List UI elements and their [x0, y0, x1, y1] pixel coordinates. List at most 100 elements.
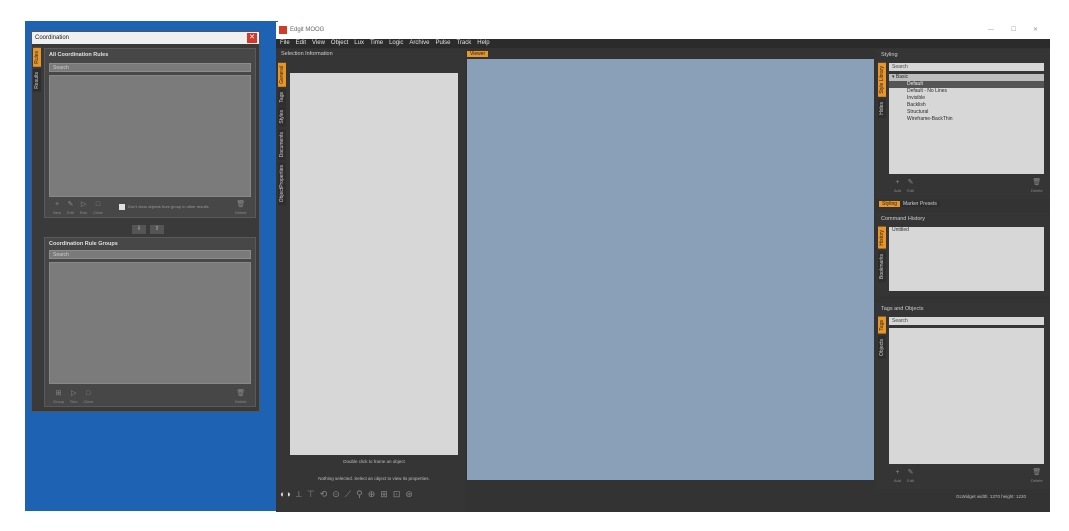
group-icon: ⊞ — [55, 390, 62, 397]
edit-style-button[interactable]: ✎ Edit — [907, 179, 914, 195]
delete-tag-label: Delete — [1031, 478, 1043, 483]
tab-objects[interactable]: Objects — [878, 335, 886, 359]
ghost-icon[interactable]: ◐◑ — [280, 489, 291, 500]
menu-track[interactable]: Track — [456, 39, 471, 48]
menu-archive[interactable]: Archive — [409, 39, 429, 48]
run-rule-button[interactable]: ▷ Run — [80, 201, 87, 217]
selection-properties-area[interactable] — [290, 73, 458, 455]
target-icon[interactable]: ⊙ — [332, 489, 340, 500]
move-down-button[interactable]: ⇩ — [132, 225, 146, 234]
line-icon[interactable]: ⟋ — [345, 489, 351, 500]
tab-tags[interactable]: Tags — [278, 88, 286, 106]
command-history-title: Command History — [881, 216, 926, 222]
menu-pulse[interactable]: Pulse — [435, 39, 450, 48]
run-group-button[interactable]: ▷ Run — [70, 390, 77, 406]
coordination-side-tabs: Rules Results — [33, 48, 41, 93]
top-icon[interactable]: ⊤ — [307, 489, 315, 500]
tags-search-input[interactable]: Search — [889, 317, 1044, 325]
groups-list[interactable] — [49, 262, 251, 384]
style-item-invisible[interactable]: Invisible — [889, 95, 1044, 102]
edit-label: Edit — [67, 210, 74, 215]
rotate-icon[interactable]: ⟲ — [320, 489, 328, 500]
clear-group-button[interactable]: □ Clear — [83, 390, 93, 406]
settings-icon[interactable]: ⊛ — [405, 489, 413, 500]
trash-icon: 🗑 — [1032, 179, 1042, 186]
style-group-basic[interactable]: ▾ Basic — [889, 74, 1044, 81]
rules-list[interactable] — [49, 75, 251, 197]
grid-icon[interactable]: ⊞ — [380, 489, 388, 500]
edit-tag-button[interactable]: ✎ Edit — [907, 469, 914, 485]
add-tag-button[interactable]: + Add — [894, 469, 901, 485]
tab-style-library[interactable]: Style Library — [878, 63, 886, 97]
delete-rule-button[interactable]: 🗑 Delete — [235, 201, 247, 217]
3d-viewport[interactable] — [467, 59, 874, 480]
styling-actions: + Add ✎ Edit — [894, 179, 914, 195]
menu-object[interactable]: Object — [331, 39, 348, 48]
menu-view[interactable]: View — [312, 39, 325, 48]
tab-documents[interactable]: Documents — [278, 128, 286, 161]
group-button[interactable]: ⊞ Group — [53, 390, 64, 406]
add-style-button[interactable]: + Add — [894, 179, 901, 195]
menu-file[interactable]: File — [280, 39, 290, 48]
groups-search-input[interactable]: Search — [49, 250, 251, 259]
menu-time[interactable]: Time — [370, 39, 383, 48]
tags-list[interactable] — [889, 328, 1044, 464]
tab-tags-list[interactable]: Tags — [878, 317, 886, 334]
menu-logic[interactable]: Logic — [389, 39, 403, 48]
run-group-label: Run — [70, 399, 78, 404]
perpendicular-icon[interactable]: ⟂ — [296, 489, 302, 500]
globe-icon[interactable]: ⊕ — [368, 489, 376, 500]
rule-actions: + New ✎ Edit ▷ Run □ Clear — [53, 201, 103, 217]
tab-results[interactable]: Results — [33, 68, 41, 92]
close-icon[interactable]: ✕ — [247, 33, 257, 43]
square-icon: □ — [86, 390, 91, 397]
new-label: New — [53, 210, 62, 215]
style-tree[interactable]: ▾ Basic Default Default - No Lines Invis… — [889, 74, 1044, 174]
style-item-default[interactable]: Default — [889, 81, 1044, 88]
menu-help[interactable]: Help — [477, 39, 489, 48]
delete-style-label: Delete — [1031, 188, 1043, 193]
edit-rule-button[interactable]: ✎ Edit — [67, 201, 74, 217]
camera-icon[interactable]: ⊡ — [393, 489, 401, 500]
delete-style-button[interactable]: 🗑 Delete — [1031, 179, 1043, 195]
maximize-icon[interactable]: ☐ — [1011, 22, 1016, 39]
tab-general[interactable]: General — [278, 63, 286, 87]
delete-group-button[interactable]: 🗑 Delete — [235, 390, 247, 406]
tab-bookmarks[interactable]: Bookmarks — [878, 250, 886, 282]
style-item-wireframe[interactable]: Wireframe-BackThin — [889, 116, 1044, 123]
tab-styling[interactable]: Styling — [879, 201, 901, 207]
clear-label: Clear — [93, 210, 103, 215]
dont-clear-checkbox[interactable] — [119, 204, 125, 210]
move-up-button[interactable]: ⇧ — [150, 225, 164, 234]
pencil-icon: ✎ — [67, 201, 74, 208]
tab-history[interactable]: History — [878, 227, 886, 249]
tab-viewer[interactable]: Viewer — [467, 51, 489, 57]
history-item[interactable]: Untitled — [889, 227, 1044, 234]
run-label: Run — [79, 210, 88, 215]
history-list[interactable]: Untitled — [889, 227, 1044, 291]
tab-rules[interactable]: Rules — [33, 48, 41, 67]
delete-tag-button[interactable]: 🗑 Delete — [1031, 469, 1043, 485]
style-item-default-no-lines[interactable]: Default - No Lines — [889, 88, 1044, 95]
new-rule-button[interactable]: + New — [53, 201, 61, 217]
style-item-structural[interactable]: Structural — [889, 109, 1044, 116]
rules-search-input[interactable]: Search — [49, 63, 251, 72]
menu-edit[interactable]: Edit — [296, 39, 306, 48]
person-icon[interactable]: ⚲ — [356, 489, 363, 500]
groups-section: Coordination Rule Groups Search ⊞ Group ▷… — [44, 237, 256, 407]
clear-rule-button[interactable]: □ Clear — [93, 201, 103, 217]
dont-clear-label: Don't clear objects from group in other … — [128, 204, 209, 209]
title-bar: Edgit MOOG — ☐ ✕ — [276, 22, 1050, 39]
tab-object-properties[interactable]: ObjectProperties — [278, 162, 286, 206]
minimize-icon[interactable]: — — [988, 22, 994, 39]
tab-styles[interactable]: Styles — [278, 107, 286, 127]
close-window-icon[interactable]: ✕ — [1033, 22, 1038, 39]
tab-hides[interactable]: Hides — [878, 98, 886, 118]
selection-panel: Selection Information General Tags Style… — [276, 49, 465, 512]
style-item-backlish[interactable]: Backlish — [889, 102, 1044, 109]
styling-search-input[interactable]: Search — [889, 63, 1044, 71]
tab-marker-presets[interactable]: Marker Presets — [900, 201, 940, 207]
command-history-panel: Command History History Bookmarks Untitl… — [876, 213, 1050, 296]
groups-section-title: Coordination Rule Groups — [49, 241, 118, 247]
menu-lux[interactable]: Lux — [354, 39, 364, 48]
